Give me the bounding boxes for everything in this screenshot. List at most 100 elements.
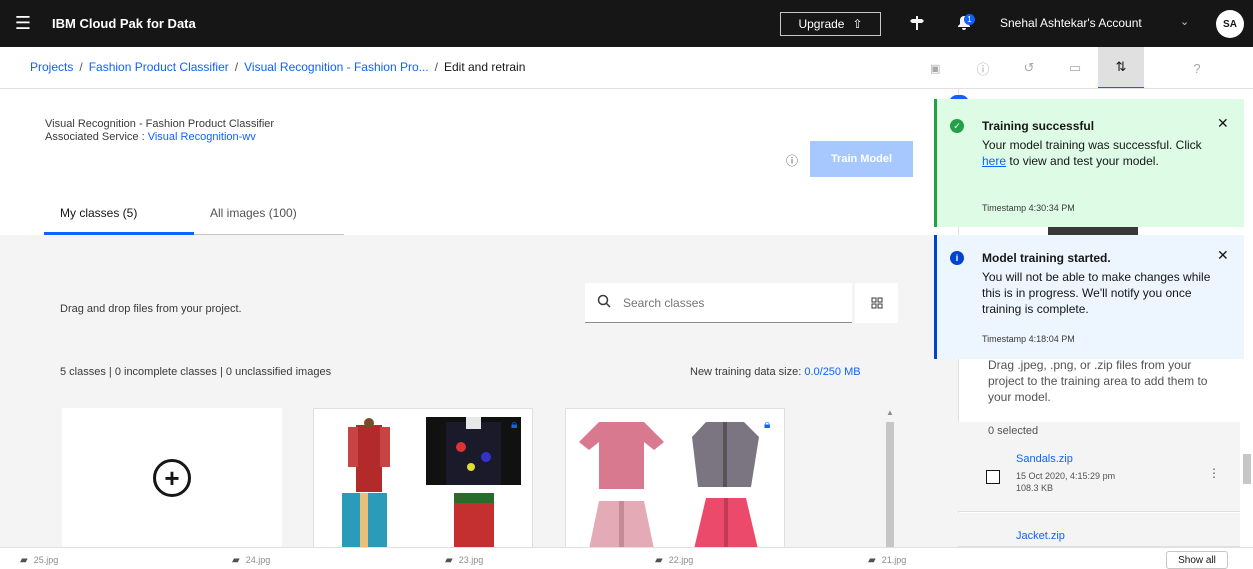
file-list-scrollbar[interactable] (1242, 442, 1252, 542)
file-icon: ▰ (868, 555, 876, 566)
data-panel-hint: Drag .jpeg, .png, or .zip files from you… (988, 358, 1208, 404)
downloads-bar: ▰ 25.jpg ▰ 24.jpg ▰ 23.jpg ▰ 22.jpg ▰ 21.jpg … (0, 547, 1253, 569)
tab-my-classes[interactable]: My classes (5) (44, 197, 194, 235)
help-icon[interactable]: ? (1174, 47, 1220, 89)
hamburger-icon[interactable]: ☰ (0, 0, 46, 47)
notification-badge: 1 (964, 14, 975, 25)
scrollbar-thumb[interactable] (1243, 454, 1251, 484)
download-name: 24.jpg (245, 555, 271, 565)
thumbnail-jacket-grey (692, 422, 759, 487)
datasize-value: 0.0/250 MB (804, 366, 861, 378)
file-icon: ▰ (20, 555, 28, 566)
download-item[interactable]: ▰ 22.jpg (655, 555, 693, 566)
download-name: 21.jpg (881, 555, 907, 565)
toast-timestamp: Timestamp 4:30:34 PM (982, 203, 1075, 213)
download-name: 25.jpg (33, 555, 59, 565)
thumbnail-jacket-light-pink (574, 493, 669, 547)
add-class-card[interactable]: + (62, 408, 282, 548)
toast-link[interactable]: here (982, 154, 1006, 168)
file-icon: ▰ (655, 555, 663, 566)
grid-icon[interactable] (855, 283, 898, 323)
show-all-button[interactable]: Show all (1166, 551, 1228, 569)
data-tab-icon[interactable]: ⇅ (1098, 47, 1144, 89)
top-navigation-bar: ☰ IBM Cloud Pak for Data Upgrade ⇧ 1 Sne… (0, 0, 1253, 47)
save-icon[interactable]: ▣ (930, 62, 940, 75)
chevron-down-icon[interactable]: ⌄ (1180, 15, 1189, 28)
file-list-item[interactable]: Jacket.zip (958, 513, 1240, 547)
toast-body: You will not be able to make changes whi… (982, 270, 1211, 316)
download-item[interactable]: ▰ 24.jpg (232, 555, 270, 566)
toast-title: Model training started. (982, 251, 1111, 265)
class-stats: 5 classes | 0 incomplete classes | 0 unc… (60, 366, 332, 378)
file-icon: ▰ (232, 555, 240, 566)
scroll-up-icon[interactable]: ▲ (886, 408, 894, 417)
model-name: Visual Recognition - Fashion Product Cla… (45, 118, 275, 130)
breadcrumb: Projects / Fashion Product Classifier / … (30, 60, 525, 74)
toast-body: Your model training was successful. Clic… (982, 137, 1212, 169)
train-model-button[interactable]: Train Model (810, 141, 913, 177)
toast-body-text: to view and test your model. (1009, 154, 1159, 168)
right-panel-tabs: ⓘ ↺ ▭ ⇅ ? (960, 47, 1253, 89)
drag-drop-hint: Drag and drop files from your project. (60, 303, 242, 315)
associated-service: Associated Service : Visual Recognition-… (45, 131, 256, 143)
download-name: 23.jpg (458, 555, 484, 565)
thumbnail-top-red (454, 493, 494, 547)
close-icon[interactable]: ✕ (1217, 247, 1229, 264)
training-data-size: New training data size: 0.0/250 MB (690, 366, 861, 378)
breadcrumb-model[interactable]: Visual Recognition - Fashion Pro... (244, 60, 429, 74)
avatar[interactable]: SA (1216, 10, 1244, 38)
classes-scrollbar[interactable]: ▲ (884, 408, 896, 552)
file-name[interactable]: Jacket.zip (1016, 530, 1065, 542)
toast-shadow (1048, 227, 1138, 235)
thumbnail-jacket-embroidered (426, 417, 521, 485)
lock-icon: 🔒︎ (511, 417, 518, 431)
toast-timestamp: Timestamp 4:18:04 PM (982, 334, 1075, 344)
signpost-icon[interactable] (905, 11, 929, 35)
download-item[interactable]: ▰ 23.jpg (445, 555, 483, 566)
add-circle-icon: + (153, 459, 191, 497)
toast-body-text: Your model training was successful. Clic… (982, 138, 1202, 152)
datasize-label: New training data size: (690, 366, 802, 378)
breadcrumb-project[interactable]: Fashion Product Classifier (89, 60, 229, 74)
scrollbar-thumb[interactable] (886, 422, 894, 552)
search-input[interactable] (623, 295, 843, 310)
info-tab-icon[interactable]: ⓘ (960, 47, 1006, 89)
checkmark-icon: ✓ (950, 119, 964, 133)
thumbnail-jacket-coral (694, 498, 758, 547)
overflow-menu-icon[interactable]: ⋮ (1208, 466, 1220, 480)
breadcrumb-separator: / (434, 60, 438, 74)
close-icon[interactable]: ✕ (1217, 115, 1229, 132)
file-icon: ▰ (445, 555, 453, 566)
history-tab-icon[interactable]: ↺ (1006, 47, 1052, 89)
class-card[interactable]: 🔒︎ (565, 408, 785, 548)
upgrade-button[interactable]: Upgrade ⇧ (780, 12, 881, 36)
info-icon: i (950, 251, 964, 265)
file-name[interactable]: Sandals.zip (1016, 453, 1073, 465)
product-brand[interactable]: IBM Cloud Pak for Data (52, 16, 196, 31)
breadcrumb-projects[interactable]: Projects (30, 60, 73, 74)
associated-service-label: Associated Service : (45, 131, 145, 143)
toast-title: Training successful (982, 119, 1095, 133)
thumbnail-kurta-red (348, 418, 390, 492)
file-size: 108.3 KB (1016, 483, 1054, 493)
download-name: 22.jpg (668, 555, 694, 565)
download-item[interactable]: ▰ 21.jpg (868, 555, 906, 566)
upgrade-label: Upgrade (798, 17, 845, 31)
breadcrumb-separator: / (79, 60, 83, 74)
thumbnail-kurta-teal (322, 493, 407, 547)
associated-service-link[interactable]: Visual Recognition-wv (148, 131, 256, 143)
info-icon[interactable]: ⓘ (786, 152, 798, 169)
file-list-item[interactable]: Sandals.zip 15 Oct 2020, 4:15:29 pm 108.… (958, 442, 1240, 512)
search-classes (585, 283, 852, 323)
class-card[interactable]: 🔒︎ (313, 408, 533, 548)
file-checkbox[interactable] (986, 470, 1000, 484)
thumbnail-sweatshirt-pink (574, 417, 669, 489)
upgrade-arrow-icon: ⇧ (852, 17, 863, 31)
search-icon (597, 294, 611, 311)
lock-icon: 🔒︎ (764, 417, 771, 431)
comment-tab-icon[interactable]: ▭ (1052, 47, 1098, 89)
tab-all-images[interactable]: All images (100) (194, 197, 344, 235)
toast-training-started: i Model training started. You will not b… (934, 235, 1244, 359)
account-switcher[interactable]: Snehal Ashtekar's Account (1000, 16, 1142, 30)
download-item[interactable]: ▰ 25.jpg (20, 555, 58, 566)
